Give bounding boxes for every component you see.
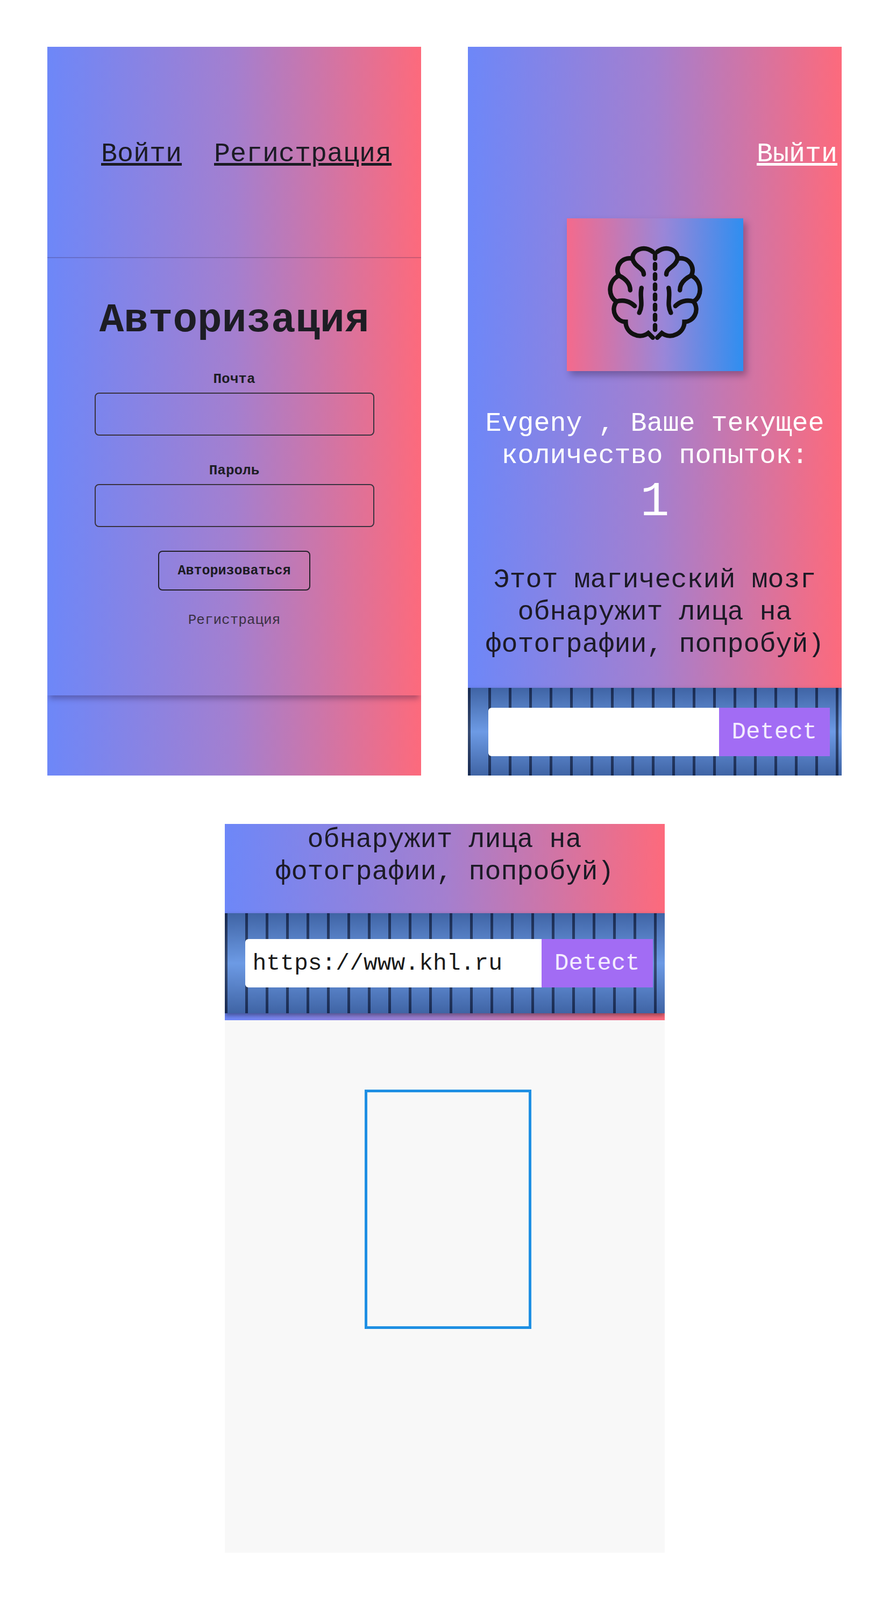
detect-content: Выйти Evgeny , Ваше текущее количество по… — [467, 46, 842, 776]
detect-screen: Выйти Evgeny , Ваше текущее количество по… — [467, 46, 842, 776]
login-screen: ВойтиРегистрацияАвторизацияПочтаПарольАв… — [47, 46, 422, 776]
detect-button[interactable]: Detect — [719, 707, 830, 757]
bottom-row: обнаружит лица на фотографии, попробуй) D… — [224, 823, 665, 1553]
submit-button[interactable]: Авторизоваться — [158, 550, 310, 591]
register-link[interactable]: Регистрация — [188, 610, 281, 630]
url-bar: Detect — [224, 913, 665, 1014]
url-input[interactable] — [488, 707, 720, 757]
greeting: Evgeny , Ваше текущее количество попыток… — [467, 407, 842, 473]
page: ВойтиРегистрацияАвторизацияПочтаПарольАв… — [0, 0, 889, 1600]
login-card: Авторизация Почта Пароль Авторизоваться Реги… — [47, 257, 422, 696]
login-title: Авторизация — [99, 297, 370, 344]
nav-link[interactable]: Войти — [101, 138, 182, 171]
field-input[interactable] — [94, 392, 375, 436]
result-screen: обнаружит лица на фотографии, попробуй) D… — [224, 823, 665, 1553]
description: Этот магический мозг обнаружит лица на ф… — [467, 564, 842, 661]
result-photo — [224, 1020, 665, 1553]
detect-button[interactable]: Detect — [541, 939, 653, 988]
description: обнаружит лица на фотографии, попробуй) — [224, 823, 665, 889]
attempts-count: 1 — [639, 475, 670, 530]
top-row: ВойтиРегистрацияАвторизацияПочтаПарольАв… — [47, 46, 842, 776]
logout-link[interactable]: Выйти — [756, 138, 838, 171]
result-content: обнаружит лица на фотографии, попробуй) D… — [224, 823, 665, 1553]
field-label: Пароль — [209, 461, 260, 480]
field-input[interactable] — [94, 484, 375, 528]
header-nav: Войти Регистрация — [47, 46, 422, 258]
url-input[interactable] — [245, 939, 543, 988]
logo-box — [566, 218, 744, 372]
nav-link[interactable]: Регистрация — [214, 138, 392, 171]
brain-icon — [598, 238, 712, 352]
url-bar: Detect — [467, 687, 842, 776]
field-label: Почта — [212, 370, 255, 389]
face-box — [364, 1089, 532, 1330]
